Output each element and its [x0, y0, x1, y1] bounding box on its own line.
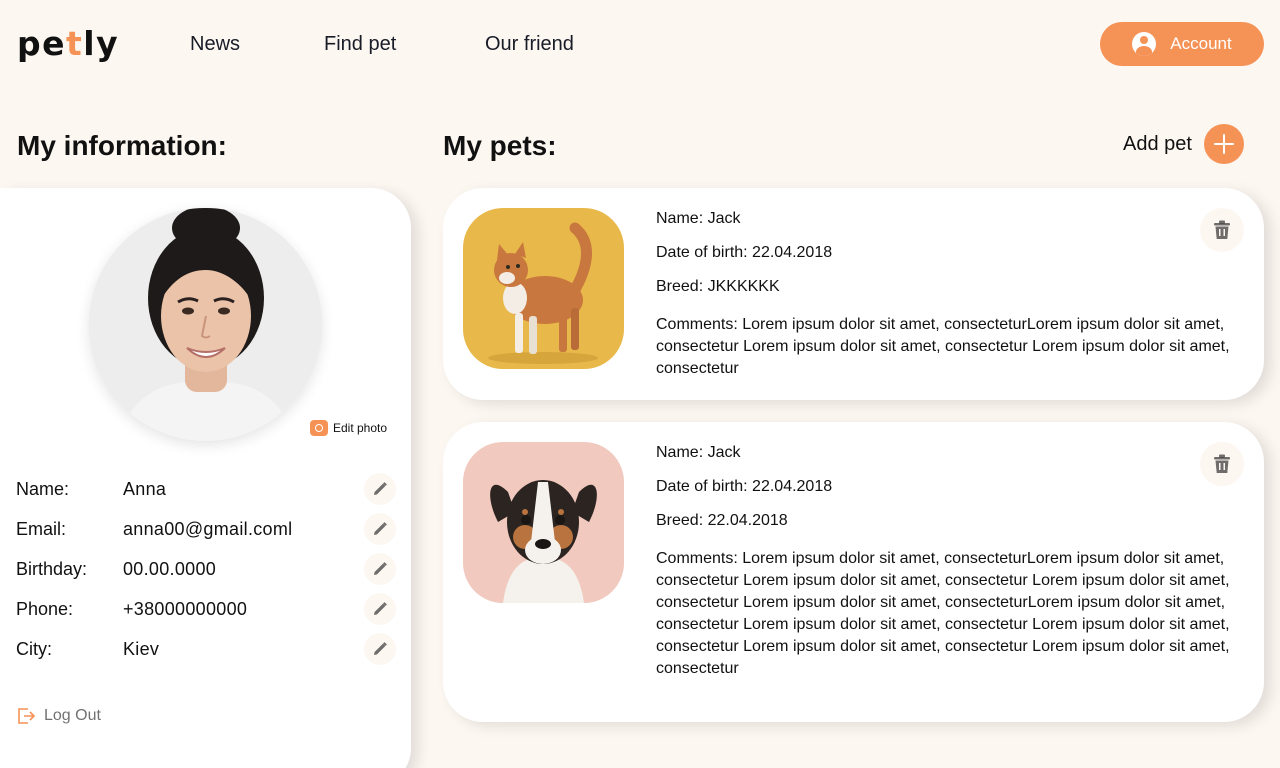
pet-info: Name: Jack Date of birth: 22.04.2018 Bre…: [656, 208, 1236, 392]
edit-email-button[interactable]: [364, 513, 396, 545]
avatar: [89, 208, 322, 441]
add-pet-button[interactable]: Add pet: [1123, 124, 1244, 164]
field-email: Email: anna00@gmail.coml: [16, 511, 396, 547]
nav-news[interactable]: News: [190, 30, 324, 58]
field-city-value: Kiev: [123, 638, 160, 659]
account-label: Account: [1170, 34, 1232, 53]
field-birthday-value: 00.00.0000: [123, 558, 217, 579]
account-button[interactable]: Account: [1100, 22, 1264, 66]
field-phone-label: Phone:: [16, 598, 74, 619]
trash-icon: [1214, 454, 1230, 473]
field-email-value: anna00@gmail.coml: [123, 518, 293, 539]
pet-info: Name: Jack Date of birth: 22.04.2018 Bre…: [656, 442, 1236, 692]
field-city-label: City:: [16, 638, 52, 659]
plus-icon[interactable]: [1203, 124, 1244, 164]
field-name-value: Anna: [123, 478, 167, 499]
field-city: City: Kiev: [16, 631, 396, 667]
pet-comments-row: Comments: Lorem ipsum dolor sit amet, co…: [656, 314, 1236, 380]
logo-suffix: ly: [83, 24, 120, 63]
edit-photo-label: Edit photo: [333, 421, 388, 435]
field-birthday-label: Birthday:: [16, 558, 88, 579]
pet-breed-row: Breed: 22.04.2018: [656, 510, 1236, 532]
my-pets-title: My pets:: [443, 130, 557, 161]
pet-name-value: : Jack: [698, 210, 741, 227]
trash-icon: [1214, 220, 1230, 239]
pet-breed-label: Breed: [656, 512, 699, 529]
delete-pet-button[interactable]: [1200, 208, 1244, 252]
edit-birthday-button[interactable]: [364, 553, 396, 585]
pencil-icon: [374, 642, 387, 655]
nav-find-pet[interactable]: Find pet: [324, 30, 485, 58]
pet-dob-label: Date of birth: [656, 478, 744, 495]
pet-comments-row: Comments: Lorem ipsum dolor sit amet, co…: [656, 548, 1236, 680]
user-info-card: Edit photo Name: Anna Email: anna00@gmai…: [0, 188, 411, 768]
field-phone-value: +38000000000: [123, 598, 248, 619]
nav-our-friend[interactable]: Our friend: [485, 30, 574, 58]
logout-label: Log Out: [44, 707, 101, 724]
field-name-label: Name:: [16, 478, 70, 499]
pencil-icon: [374, 482, 387, 495]
pet-comments-label: Comments: [656, 550, 734, 567]
avatar-photo: [89, 208, 322, 441]
pet-dob-label: Date of birth: [656, 244, 744, 261]
edit-name-button[interactable]: [364, 473, 396, 505]
pet-comments-label: Comments: [656, 316, 734, 333]
edit-phone-button[interactable]: [364, 593, 396, 625]
user-circle-icon: [1132, 32, 1157, 56]
my-information-title: My information:: [17, 130, 227, 161]
cat-photo: [463, 208, 624, 369]
delete-pet-button[interactable]: [1200, 442, 1244, 486]
pet-name-row: Name: Jack: [656, 208, 1236, 230]
edit-photo-button[interactable]: Edit photo: [310, 420, 387, 436]
pencil-icon: [374, 522, 387, 535]
pet-card: Name: Jack Date of birth: 22.04.2018 Bre…: [443, 188, 1264, 400]
logout-icon: [18, 708, 36, 724]
pet-name-row: Name: Jack: [656, 442, 1236, 464]
pet-breed-row: Breed: JKKKKKK: [656, 276, 1236, 298]
pet-dob-value: : 22.04.2018: [743, 478, 833, 495]
field-name: Name: Anna: [16, 471, 396, 507]
pet-breed-value: : 22.04.2018: [698, 512, 788, 529]
logo[interactable]: petly: [17, 24, 119, 64]
dog-photo: [463, 442, 624, 603]
pet-breed-label: Breed: [656, 278, 699, 295]
field-phone: Phone: +38000000000: [16, 591, 396, 627]
pet-name-label: Name: [656, 444, 699, 461]
pet-photo-cat: [463, 208, 624, 369]
logout-button[interactable]: Log Out: [16, 706, 101, 726]
pet-photo-dog: [463, 442, 624, 603]
main-nav: News Find pet Our friend: [190, 30, 574, 58]
logo-prefix: pe: [17, 24, 67, 63]
pet-dob-value: : 22.04.2018: [743, 244, 833, 261]
pet-card: Name: Jack Date of birth: 22.04.2018 Bre…: [443, 422, 1264, 722]
add-pet-label: Add pet: [1123, 132, 1192, 155]
pet-name-value: : Jack: [698, 444, 741, 461]
pet-name-label: Name: [656, 210, 699, 227]
pencil-icon: [374, 602, 387, 615]
logo-accent: t: [66, 24, 84, 63]
camera-icon: [310, 420, 328, 436]
pet-comments-value: : Lorem ipsum dolor sit amet, consectetu…: [656, 316, 1230, 377]
edit-city-button[interactable]: [364, 633, 396, 665]
pet-dob-row: Date of birth: 22.04.2018: [656, 242, 1236, 264]
pet-comments-value: : Lorem ipsum dolor sit amet, consectetu…: [656, 550, 1230, 677]
field-email-label: Email:: [16, 518, 67, 539]
field-birthday: Birthday: 00.00.0000: [16, 551, 396, 587]
pet-breed-value: : JKKKKKK: [698, 278, 780, 295]
pet-dob-row: Date of birth: 22.04.2018: [656, 476, 1236, 498]
pencil-icon: [374, 562, 387, 575]
